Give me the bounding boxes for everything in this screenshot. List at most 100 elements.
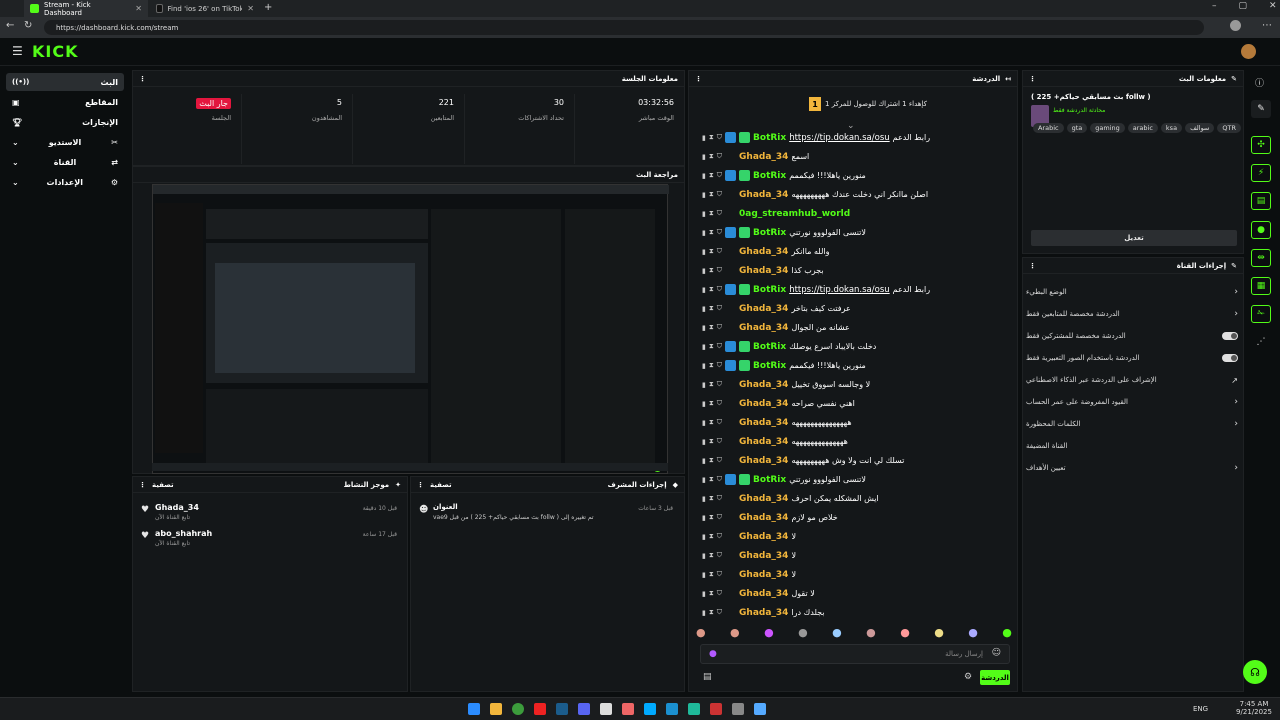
steam-icon[interactable] [556, 703, 568, 715]
delete-message-icon[interactable]: ▮ [702, 533, 706, 541]
sidebar-item-settings[interactable]: ⌄ الإعدادات ⚙ [6, 173, 124, 191]
chat-username[interactable]: Ghada_34 [739, 399, 788, 409]
sidebar-item-channel[interactable]: ⌄ القناة ⇄ [6, 153, 124, 171]
stream-preview-video[interactable] [152, 184, 669, 474]
chat-link[interactable]: https://tip.dokan.sa/osu [789, 133, 889, 143]
new-tab-icon[interactable]: + [264, 2, 272, 13]
delete-message-icon[interactable]: ▮ [702, 590, 706, 598]
hamburger-icon[interactable]: ☰ [12, 44, 23, 58]
edge-icon[interactable] [644, 703, 656, 715]
timeout-icon[interactable]: ⧗ [709, 361, 714, 370]
app-icon[interactable] [710, 703, 722, 715]
emote-icon[interactable]: ● [968, 626, 978, 640]
gear-icon[interactable]: ⚙ [964, 672, 972, 682]
tab-tiktok[interactable]: Find 'ios 26' on TikTok | TikTok Se ✕ [150, 0, 260, 17]
filter-button[interactable]: تصفية [152, 481, 174, 489]
reload-icon[interactable]: ↻ [24, 20, 32, 31]
emote-icon[interactable]: ● [798, 626, 808, 640]
close-window-icon[interactable]: ✕ [1269, 1, 1277, 11]
delete-message-icon[interactable]: ▮ [702, 210, 706, 218]
emote-icon[interactable]: ● [832, 626, 842, 640]
chat-username[interactable]: Ghada_34 [739, 247, 788, 257]
delete-message-icon[interactable]: ▮ [702, 362, 706, 370]
info-icon[interactable]: ⓘ [1255, 76, 1264, 89]
mod-shield-icon[interactable]: ⛉ [717, 171, 722, 180]
delete-message-icon[interactable]: ▮ [702, 286, 706, 294]
support-icon[interactable]: ☊ [1243, 660, 1267, 684]
grid-icon[interactable]: ▦ [1251, 277, 1271, 295]
app-icon[interactable] [688, 703, 700, 715]
delete-message-icon[interactable]: ▮ [702, 419, 706, 427]
wrench-icon[interactable]: ✁ [1251, 305, 1271, 323]
delete-message-icon[interactable]: ▮ [702, 305, 706, 313]
crosshair-icon[interactable]: ✣ [1251, 136, 1271, 154]
activity-user[interactable]: Ghada_34 [155, 503, 199, 512]
collapse-icon[interactable]: ↤ [1005, 75, 1011, 83]
delete-message-icon[interactable]: ▮ [702, 381, 706, 389]
maximize-icon[interactable]: ▢ [1239, 1, 1248, 11]
share-icon[interactable]: ⋰ [1251, 333, 1271, 351]
mod-shield-icon[interactable]: ⛉ [717, 494, 722, 503]
timeout-icon[interactable]: ⧗ [709, 551, 714, 560]
timeout-icon[interactable]: ⧗ [709, 190, 714, 199]
chat-username[interactable]: BotRix [753, 171, 786, 181]
chat-username[interactable]: BotRix [753, 361, 786, 371]
app-icon[interactable] [666, 703, 678, 715]
more-icon[interactable]: ⋮ [139, 481, 146, 489]
mod-shield-icon[interactable]: ⛉ [717, 513, 722, 522]
timeout-icon[interactable]: ⧗ [709, 323, 714, 332]
emote-icon[interactable]: ● [866, 626, 876, 640]
chat-username[interactable]: BotRix [753, 475, 786, 485]
profile-icon[interactable] [1230, 20, 1241, 31]
chat-username[interactable]: Ghada_34 [739, 532, 788, 542]
chat-username[interactable]: Ghada_34 [739, 418, 788, 428]
delete-message-icon[interactable]: ▮ [702, 191, 706, 199]
delete-message-icon[interactable]: ▮ [702, 438, 706, 446]
sidebar-item-studio[interactable]: ⌄ الاستديو ✂ [6, 133, 124, 151]
document-icon[interactable]: ▤ [1251, 192, 1271, 210]
mod-shield-icon[interactable]: ⛉ [717, 228, 722, 237]
delete-message-icon[interactable]: ▮ [702, 229, 706, 237]
delete-message-icon[interactable]: ▮ [702, 552, 706, 560]
mod-shield-icon[interactable]: ⛉ [717, 190, 722, 199]
mod-shield-icon[interactable]: ⛉ [717, 570, 722, 579]
delete-message-icon[interactable]: ▮ [702, 476, 706, 484]
chat-bubble-icon[interactable]: ● [1251, 221, 1271, 239]
sidebar-item-clips[interactable]: ▣ المقاطع [6, 93, 124, 111]
emote-icon[interactable]: ● [764, 626, 774, 640]
timeout-icon[interactable]: ⧗ [709, 171, 714, 180]
bolt-icon[interactable]: ⚡︎ [1251, 164, 1271, 182]
tab-kick-dashboard[interactable]: Stream - Kick Dashboard ✕ [24, 0, 148, 17]
mod-shield-icon[interactable]: ⛉ [717, 342, 722, 351]
tag-chip[interactable]: gta [1066, 123, 1088, 133]
emote-icon[interactable]: ● [730, 626, 740, 640]
tag-chip[interactable]: سوالف [1185, 123, 1215, 133]
chat-username[interactable]: Ghada_34 [739, 570, 788, 580]
more-icon[interactable]: ⋮ [139, 75, 146, 83]
chat-username[interactable]: Ghada_34 [739, 456, 788, 466]
tag-chip[interactable]: arabic [1127, 123, 1158, 133]
mod-shield-icon[interactable]: ⛉ [717, 323, 722, 332]
timeout-icon[interactable]: ⧗ [709, 608, 714, 617]
settings-icon[interactable] [732, 703, 744, 715]
stream-category[interactable]: محادثة الدردشة فقط [1053, 107, 1105, 114]
minimize-icon[interactable]: – [1212, 1, 1217, 11]
timeout-icon[interactable]: ⧗ [709, 228, 714, 237]
mod-shield-icon[interactable]: ⛉ [717, 589, 722, 598]
mod-shield-icon[interactable]: ⛉ [717, 532, 722, 541]
app-icon[interactable] [622, 703, 634, 715]
timeout-icon[interactable]: ⧗ [709, 266, 714, 275]
chat-username[interactable]: 0ag_streamhub_world [739, 209, 850, 219]
delete-message-icon[interactable]: ▮ [702, 514, 706, 522]
close-icon[interactable]: ✕ [135, 4, 142, 13]
app-icon[interactable] [754, 703, 766, 715]
delete-message-icon[interactable]: ▮ [702, 343, 706, 351]
emote-icon[interactable]: ● [934, 626, 944, 640]
discord-icon[interactable] [578, 703, 590, 715]
timeout-icon[interactable]: ⧗ [709, 247, 714, 256]
filter-button[interactable]: تصفية [430, 481, 452, 489]
timeout-icon[interactable]: ⧗ [709, 494, 714, 503]
mod-shield-icon[interactable]: ⛉ [717, 304, 722, 313]
channel-action-item[interactable]: القيود المفروضة على عمر الحساب › [1026, 394, 1238, 410]
delete-message-icon[interactable]: ▮ [702, 495, 706, 503]
